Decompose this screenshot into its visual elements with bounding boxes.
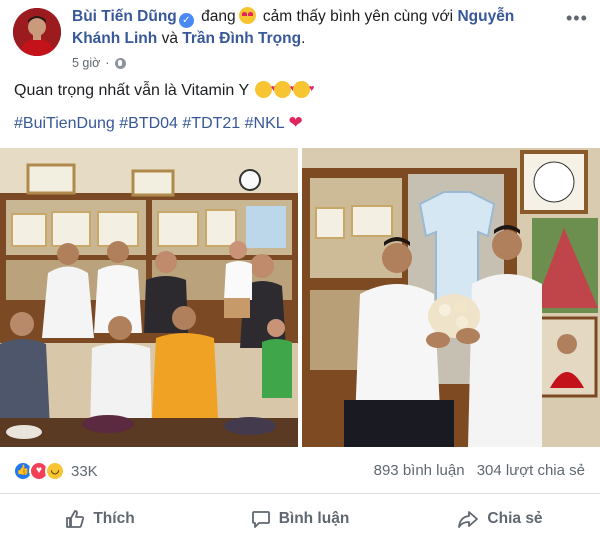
haha-reaction-icon: ◡ [45,461,65,481]
share-arrow-icon [458,511,479,528]
comment-count[interactable]: 893 bình luận [374,462,465,479]
tagged-user-2[interactable]: Trần Đình Trọng [182,30,301,47]
heart-eyes-emoji-icon [238,7,256,24]
caption-text: Quan trọng nhất vẫn là Vitamin Y [14,82,249,99]
red-heart-icon: ❤ [288,113,303,132]
comment-bubble-icon [251,511,270,528]
author-name[interactable]: Bùi Tiến Dũng [72,8,177,25]
post-hashtags: #BuiTienDung #BTD04 #TDT21 #NKL ❤ [14,112,303,135]
header-period: . [301,30,306,47]
comment-button[interactable]: Bình luận [200,496,400,542]
smiling-face-with-hearts-icon [293,77,314,99]
comment-label: Bình luận [278,510,350,527]
globe-icon[interactable] [114,57,126,69]
meta-separator: · [105,56,110,70]
more-options-icon[interactable]: ••• [566,8,588,29]
post-time[interactable]: 5 giờ [72,56,100,70]
post-photo-1[interactable] [0,148,298,447]
smiling-face-with-hearts-icon [274,77,295,99]
smiling-face-with-hearts-icon [255,77,276,99]
post-caption: Quan trọng nhất vẫn là Vitamin Y [14,77,314,102]
reaction-summary[interactable]: 👍 ♥ ◡ 33K [13,461,98,481]
post-stats-bar: 👍 ♥ ◡ 33K 893 bình luận 304 lượt chia sẻ [0,448,600,494]
post-header: Bùi Tiến Dũng ✓ đang cảm thấy bình yên cù… [72,6,562,50]
facebook-post: Bùi Tiến Dũng ✓ đang cảm thấy bình yên cù… [0,0,600,549]
share-label: Chia sẻ [487,510,543,527]
post-meta: 5 giờ · [72,56,126,70]
post-actions: Thích Bình luận Chia sẻ [0,496,600,542]
verified-badge-icon: ✓ [178,13,194,28]
share-count[interactable]: 304 lượt chia sẻ [477,462,585,479]
like-label: Thích [93,510,135,527]
share-button[interactable]: Chia sẻ [400,496,600,542]
author-avatar[interactable] [13,8,61,56]
hashtag-links[interactable]: #BuiTienDung #BTD04 #TDT21 #NKL [14,115,284,132]
post-photo-2[interactable] [302,148,600,447]
feeling-prefix: đang [201,8,236,25]
reaction-count: 33K [71,462,98,480]
tag-joiner: và [161,30,178,47]
thumbs-up-icon [66,510,85,528]
engagement-counts: 893 bình luận 304 lượt chia sẻ [374,462,585,479]
feeling-text: cảm thấy bình yên cùng với [262,8,454,25]
like-button[interactable]: Thích [0,496,200,542]
